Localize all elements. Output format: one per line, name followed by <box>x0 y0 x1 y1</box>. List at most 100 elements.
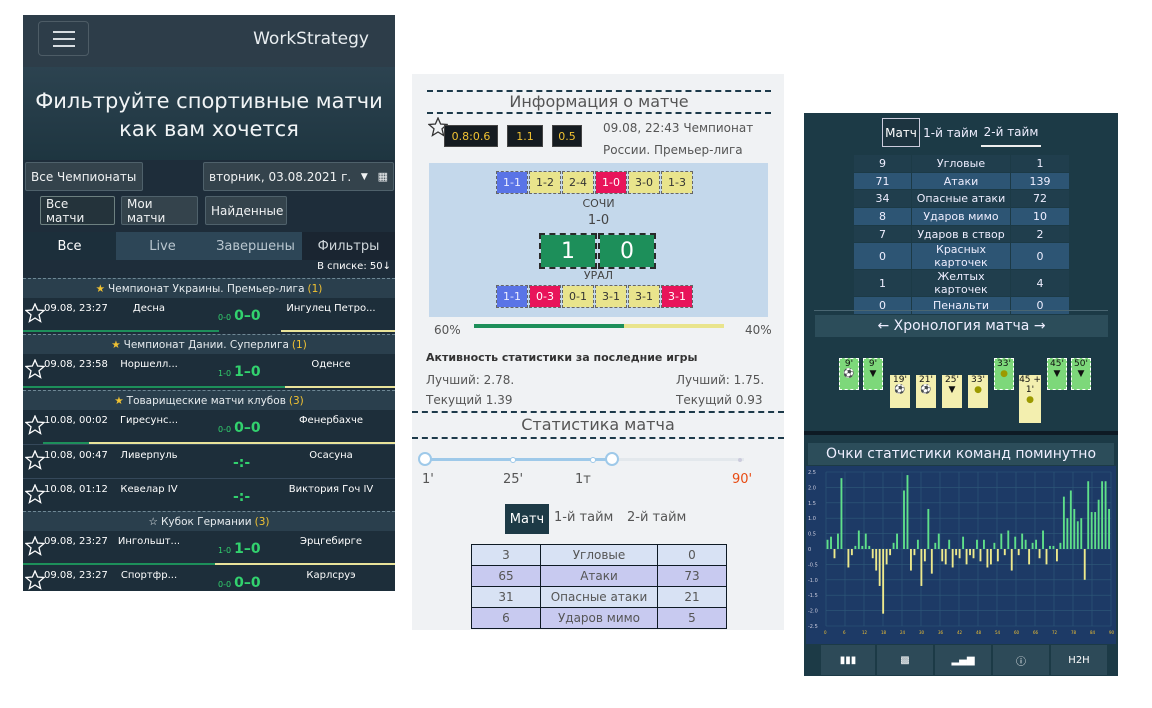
tab-all[interactable]: Все <box>23 232 116 260</box>
timeline-handle-end[interactable] <box>605 452 619 466</box>
tab-first-half[interactable]: 1-й тайм <box>923 118 978 147</box>
arrow-left-icon[interactable]: ← <box>877 318 889 334</box>
chart-bar <box>892 542 895 549</box>
away-value: 0 <box>1010 296 1070 316</box>
home-value: 7 <box>853 224 912 244</box>
tab-first-half[interactable]: 1-й тайм <box>554 510 613 525</box>
match-row[interactable]: 09.08, 23:27 Ингольшт... 1-0 1–0 Эрцгебир… <box>23 531 395 565</box>
hero-line-2: как вам хочется <box>119 117 299 141</box>
event-minute: 50' <box>1074 359 1088 369</box>
signal-button[interactable]: ▂▄▆ <box>934 644 992 676</box>
chart-bar <box>972 549 975 559</box>
away-team: Карлсруэ <box>306 570 356 581</box>
timeline-slider[interactable] <box>418 452 744 466</box>
away-value: 10 <box>1010 207 1070 226</box>
flag-icon: ▼ <box>1053 369 1061 379</box>
chart-bar <box>955 549 958 556</box>
arrow-right-icon[interactable]: → <box>1034 318 1046 334</box>
favorite-star-icon[interactable] <box>24 302 46 323</box>
y-tick-label: 1.5 <box>808 501 816 507</box>
league-count: (1) <box>307 282 323 295</box>
h2h-button[interactable]: H2H <box>1050 644 1108 676</box>
status-tabs: Все Live Завершены Фильтры <box>23 232 395 260</box>
chart-bar <box>1062 496 1065 549</box>
stat-label: Атаки <box>911 171 1011 191</box>
favorite-star-icon[interactable] <box>24 414 46 435</box>
home-team: Ингольшт... <box>117 536 181 547</box>
tab-filters[interactable]: Фильтры <box>302 232 395 260</box>
away-value: 73 <box>657 565 727 587</box>
tab-second-half[interactable]: 2-й тайм <box>981 118 1041 147</box>
chart-stats-button[interactable]: ▮▮▮ <box>820 644 876 676</box>
league-header[interactable]: ★ Чемпионат Дании. Суперлига (1) <box>23 334 395 354</box>
chart-bar <box>948 539 951 549</box>
chart-bar <box>941 549 944 562</box>
favorite-star-icon[interactable] <box>24 449 46 470</box>
info-button[interactable]: ⓘ <box>992 644 1050 676</box>
match-row[interactable]: 10.08, 01:12 Кевелар IV -:- Виктория Гоч… <box>23 478 395 512</box>
league-header[interactable]: ★ Товарищеские матчи клубов (3) <box>23 390 395 410</box>
stat-label: Опасные атаки <box>911 189 1011 209</box>
hamburger-menu-icon[interactable] <box>38 21 89 56</box>
list-count-text: В списке: 50 <box>317 261 383 272</box>
timeline-label: 90' <box>732 472 753 487</box>
favorite-star-icon[interactable] <box>24 569 46 590</box>
found-matches-button[interactable]: Найденные <box>205 196 287 225</box>
league-header[interactable]: ★ Чемпионат Украины. Премьер-лига (1) <box>23 278 395 298</box>
match-row[interactable]: 09.08, 23:27 Спортфр... 0-0 0–0 Карлсруэ <box>23 565 395 591</box>
table-row: 0 Красных карточек 0 <box>853 242 1070 271</box>
my-matches-button[interactable]: Мои матчи <box>121 196 198 225</box>
favorite-star-icon[interactable] <box>24 358 46 379</box>
y-tick-label: -0.5 <box>808 562 818 568</box>
timeline-tick <box>738 458 742 462</box>
chart-bar <box>1042 530 1044 549</box>
match-row[interactable]: 10.08, 00:47 Ливерпуль -:- Осасуна <box>23 444 395 478</box>
x-tick-label: 84 <box>1090 630 1096 635</box>
divider <box>804 431 1118 435</box>
league-header[interactable]: ☆ Кубок Германии (3) <box>23 511 395 531</box>
x-tick-label: 72 <box>1052 630 1058 635</box>
chart-bar <box>889 549 892 556</box>
brand-name[interactable]: WorkStrategy <box>253 29 369 49</box>
match-row[interactable]: 09.08, 23:27 Десна 0-0 0–0 Ингулец Петро.… <box>23 298 395 332</box>
stat-label: Угловые <box>540 544 658 566</box>
all-matches-button[interactable]: Все матчи <box>40 196 115 225</box>
halftime-score: 0-0 <box>218 425 232 434</box>
away-team: Фенербахче <box>298 415 364 426</box>
sort-down-icon: ↓ <box>382 261 391 272</box>
home-value: 65 <box>471 565 541 587</box>
away-team: Оденсе <box>311 359 351 370</box>
chart-bar <box>934 542 937 549</box>
away-current: Текущий 0.93 <box>676 393 763 407</box>
chart-bar <box>896 533 898 549</box>
timeline-handle-start[interactable] <box>418 452 432 466</box>
championship-select[interactable]: Все Чемпионаты <box>25 162 143 191</box>
date-picker[interactable]: вторник, 03.08.2021 г. ▼ ▦ <box>203 162 394 191</box>
home-team: Норшелл... <box>120 359 178 370</box>
table-row: 3 Угловые 0 <box>471 544 727 566</box>
chart-bar <box>1014 536 1017 549</box>
favorite-star-icon[interactable] <box>24 483 46 504</box>
yellow-card-icon: ● <box>1000 369 1008 379</box>
match-row[interactable]: 10.08, 00:02 Гиресунс... 0-0 0–0 Фенербах… <box>23 410 395 444</box>
tab-live[interactable]: Live <box>116 232 209 260</box>
match-row[interactable]: 09.08, 23:58 Норшелл... 1-0 1–0 Оденсе <box>23 354 395 388</box>
chart-bar <box>1028 549 1031 565</box>
home-team-name: СОЧИ <box>582 197 615 210</box>
match-time: 09.08, 23:27 <box>44 536 108 547</box>
chart-bar <box>930 549 933 574</box>
score-value: 1–0 <box>234 364 261 380</box>
tab-second-half[interactable]: 2-й тайм <box>627 510 686 525</box>
away-value: 4 <box>1010 269 1070 298</box>
tab-match[interactable]: Матч <box>882 118 920 147</box>
chart-bar <box>830 536 832 549</box>
chart-bar <box>875 549 878 571</box>
x-tick-label: 66 <box>1033 630 1039 635</box>
tab-finished[interactable]: Завершены <box>209 232 302 260</box>
favorite-star-icon[interactable] <box>24 535 46 556</box>
tab-match[interactable]: Матч <box>505 504 549 534</box>
notes-button[interactable]: ▩ <box>876 644 934 676</box>
match-info-title: Информация о матче <box>427 90 771 114</box>
chart-bar <box>927 508 930 549</box>
ball-icon: ⚽ <box>843 369 855 379</box>
